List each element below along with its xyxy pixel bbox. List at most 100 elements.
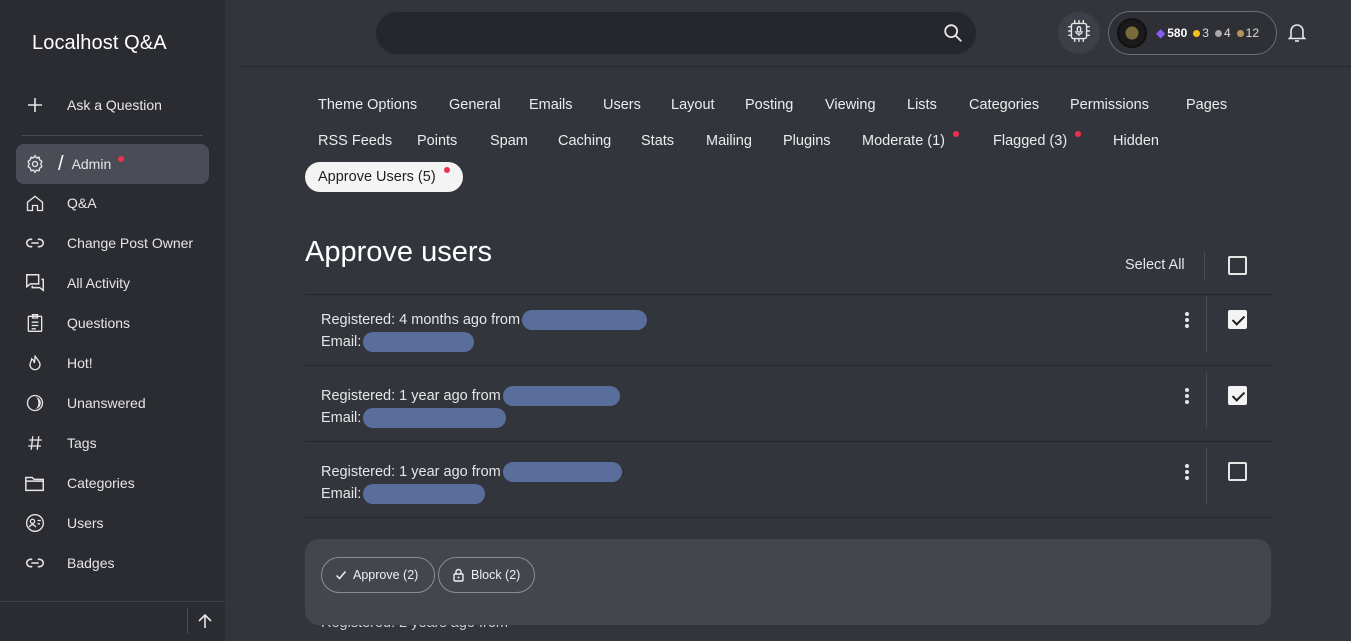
link-icon: [24, 552, 46, 574]
sidebar-item-label: Tags: [67, 435, 97, 451]
tab-hidden[interactable]: Hidden: [1100, 126, 1172, 156]
tab-permissions[interactable]: Permissions: [1057, 90, 1162, 120]
sidebar-item-label: All Activity: [67, 275, 131, 291]
registered-text: Registered: 4 months ago from: [321, 312, 521, 328]
sidebar-footer-separator: [187, 608, 188, 634]
registered-text: Registered: 1 year ago from: [321, 464, 501, 480]
clipboard-icon: [24, 312, 46, 334]
row-separator: [1206, 296, 1207, 352]
silver-badge-count: 4: [1214, 26, 1231, 40]
row-checkbox[interactable]: [1228, 462, 1247, 481]
search-input[interactable]: [376, 12, 976, 54]
tab-plugins[interactable]: Plugins: [770, 126, 844, 156]
hash-icon: [24, 432, 46, 454]
gold-badge-count: 3: [1193, 26, 1209, 40]
tab-users[interactable]: Users: [590, 90, 654, 120]
tab-flagged[interactable]: Flagged (3): [980, 126, 1094, 156]
tab-approve-users[interactable]: Approve Users (5): [305, 162, 463, 192]
ask-question-label: Ask a Question: [67, 97, 162, 113]
tab-mailing[interactable]: Mailing: [693, 126, 765, 156]
forum-icon: [24, 272, 46, 294]
redacted-ip[interactable]: [502, 386, 620, 407]
sidebar-item-label: Categories: [67, 475, 135, 491]
notification-dot: [953, 131, 960, 137]
sidebar-item-questions[interactable]: Questions: [16, 303, 209, 343]
more-options-icon[interactable]: [1184, 312, 1190, 330]
ai-chip-button[interactable]: [1058, 12, 1100, 54]
row-divider: [305, 294, 1272, 295]
redacted-email: [363, 484, 486, 505]
tab-theme-options[interactable]: Theme Options: [305, 90, 430, 120]
bell-icon[interactable]: [1285, 20, 1309, 44]
tab-general[interactable]: General: [436, 90, 514, 120]
tab-layout[interactable]: Layout: [658, 90, 728, 120]
half-circle-icon: [24, 392, 46, 414]
row-checkbox[interactable]: [1228, 386, 1247, 405]
table-row: Registered: 1 year ago from Email:: [321, 385, 620, 429]
scroll-to-top-icon[interactable]: [196, 612, 214, 630]
tab-posting[interactable]: Posting: [732, 90, 806, 120]
tab-caching[interactable]: Caching: [545, 126, 624, 156]
row-checkbox[interactable]: [1228, 310, 1247, 329]
sidebar: Localhost Q&A Ask a Question / Admin Q&A…: [0, 0, 225, 641]
tab-pages[interactable]: Pages: [1173, 90, 1240, 120]
redacted-ip[interactable]: [522, 310, 648, 331]
email-label: Email:: [321, 410, 362, 426]
bulk-action-bar: Approve (2) Block (2): [305, 539, 1271, 625]
redacted-ip[interactable]: [502, 462, 622, 483]
gear-icon: [24, 153, 46, 175]
header-separator: [1204, 252, 1205, 280]
avatar: [1117, 18, 1147, 48]
sidebar-item-label: Questions: [67, 315, 131, 331]
select-all-label[interactable]: Select All: [1125, 257, 1185, 273]
row-divider: [305, 441, 1272, 442]
registered-text: Registered: 1 year ago from: [321, 388, 501, 404]
tab-rss-feeds[interactable]: RSS Feeds: [305, 126, 405, 156]
sidebar-item-qa[interactable]: Q&A: [16, 183, 209, 223]
more-options-icon[interactable]: [1184, 464, 1190, 482]
tab-stats[interactable]: Stats: [628, 126, 687, 156]
tab-emails[interactable]: Emails: [516, 90, 586, 120]
tab-spam[interactable]: Spam: [477, 126, 541, 156]
site-brand[interactable]: Localhost Q&A: [32, 32, 167, 55]
chip-icon: [1066, 18, 1092, 49]
sidebar-item-categories[interactable]: Categories: [16, 463, 209, 503]
sidebar-item-label: Q&A: [67, 195, 97, 211]
search-icon[interactable]: [942, 22, 964, 44]
sidebar-item-users[interactable]: Users: [16, 503, 209, 543]
sidebar-item-change-post-owner[interactable]: Change Post Owner: [16, 223, 209, 263]
approve-button[interactable]: Approve (2): [321, 557, 435, 593]
notification-dot: [1075, 131, 1082, 137]
search-bar[interactable]: [376, 12, 976, 54]
tab-points[interactable]: Points: [404, 126, 470, 156]
sidebar-item-all-activity[interactable]: All Activity: [16, 263, 209, 303]
sidebar-item-tags[interactable]: Tags: [16, 423, 209, 463]
link-icon: [24, 232, 46, 254]
sidebar-item-hot[interactable]: Hot!: [16, 343, 209, 383]
tab-viewing[interactable]: Viewing: [812, 90, 889, 120]
row-separator: [1206, 372, 1207, 428]
tab-lists[interactable]: Lists: [894, 90, 950, 120]
ask-question-button[interactable]: Ask a Question: [25, 92, 162, 118]
tab-categories[interactable]: Categories: [956, 90, 1052, 120]
email-label: Email:: [321, 334, 362, 350]
tab-moderate[interactable]: Moderate (1): [849, 126, 972, 156]
user-profile-pill[interactable]: ◆ 580 3 4 12: [1108, 11, 1277, 55]
redacted-email: [363, 408, 507, 429]
row-divider: [305, 365, 1272, 366]
row-divider: [305, 517, 1272, 518]
block-button[interactable]: Block (2): [438, 557, 535, 593]
admin-slash: /: [58, 152, 64, 175]
sidebar-item-label: Users: [67, 515, 104, 531]
select-all-checkbox[interactable]: [1228, 256, 1247, 275]
more-options-icon[interactable]: [1184, 388, 1190, 406]
sidebar-item-unanswered[interactable]: Unanswered: [16, 383, 209, 423]
silver-badge-icon: [1214, 29, 1222, 37]
plus-icon: [25, 95, 45, 115]
lock-icon: [453, 568, 464, 582]
diamond-icon: ◆: [1156, 26, 1166, 40]
row-separator: [1206, 448, 1207, 504]
users-icon: [24, 512, 46, 534]
sidebar-item-badges[interactable]: Badges: [16, 543, 209, 583]
sidebar-item-admin[interactable]: / Admin: [16, 144, 209, 184]
